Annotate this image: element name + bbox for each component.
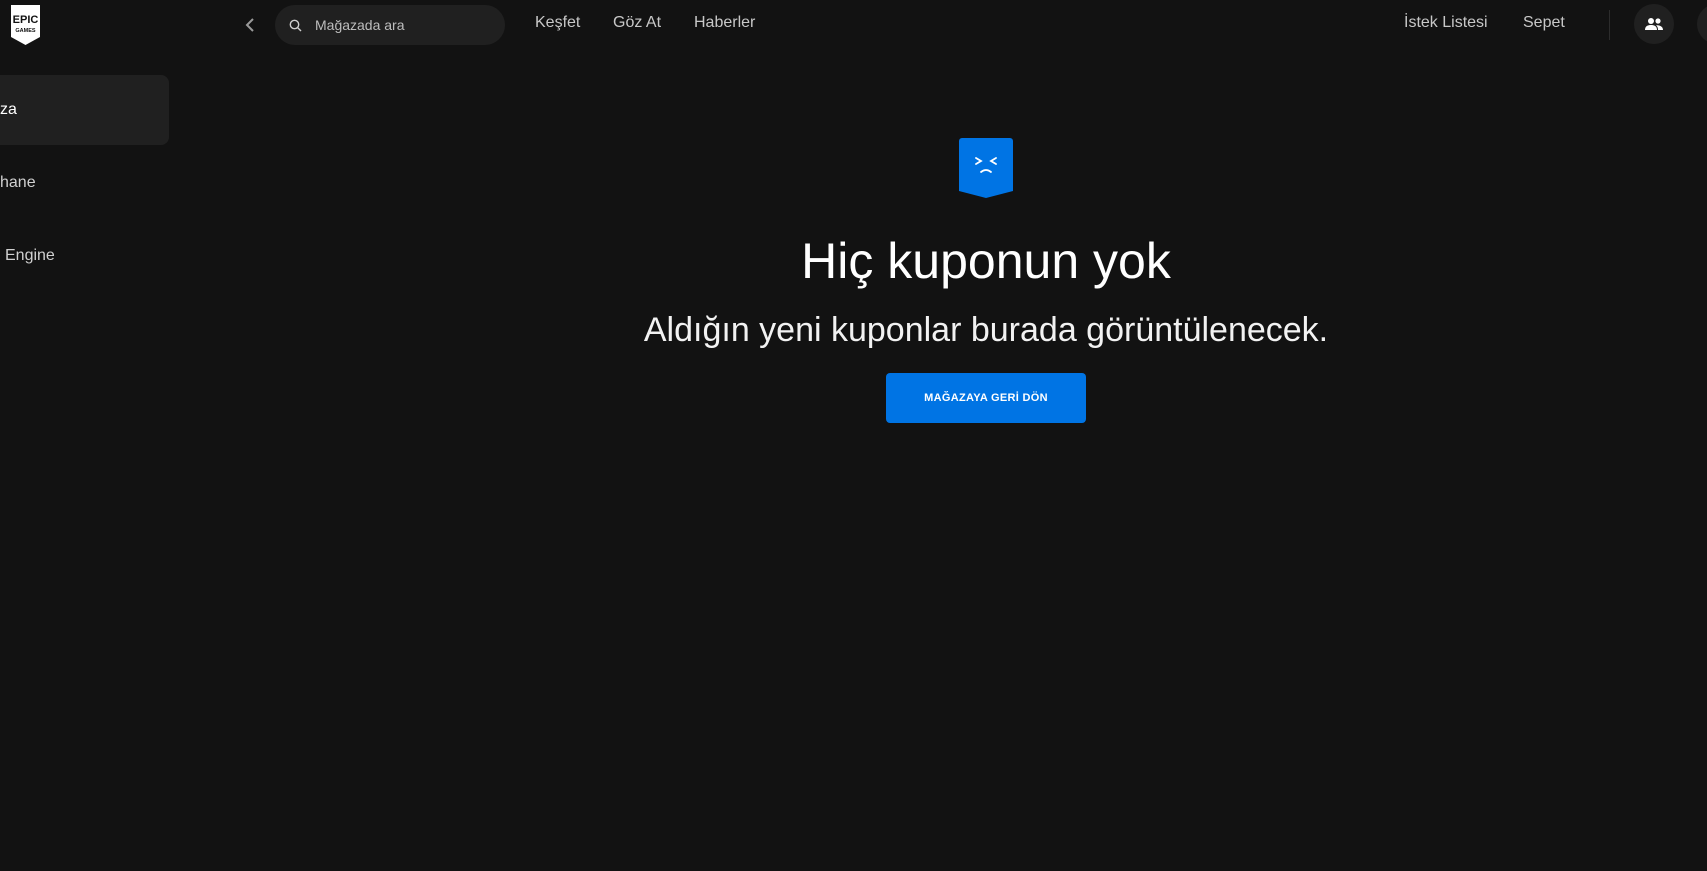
back-to-store-button[interactable]: MAĞAZAYA GERİ DÖN — [886, 373, 1086, 423]
logo-text-bottom: GAMES — [15, 28, 36, 34]
nav-news[interactable]: Haberler — [694, 14, 755, 32]
avatar[interactable] — [1697, 4, 1707, 44]
nav-discover[interactable]: Keşfet — [535, 14, 580, 32]
app-window: EPIC GAMES Keşfet Göz At Haberler İstek … — [0, 0, 1707, 871]
sidebar-item-library[interactable]: hane — [0, 148, 169, 218]
empty-state-subtitle: Aldığın yeni kuponlar burada görüntülene… — [643, 311, 1329, 349]
search-input[interactable] — [313, 16, 497, 34]
sad-ticket-icon — [959, 138, 1013, 198]
search-box[interactable] — [275, 5, 505, 45]
back-button[interactable] — [240, 13, 260, 37]
friends-button[interactable] — [1634, 4, 1674, 44]
search-icon — [289, 18, 303, 32]
epic-games-logo-icon[interactable]: EPIC GAMES — [8, 4, 43, 46]
header-divider — [1609, 10, 1610, 40]
nav-browse[interactable]: Göz At — [613, 14, 661, 32]
chevron-left-icon — [245, 18, 254, 32]
empty-state-title: Hiç kuponun yok — [801, 233, 1171, 289]
top-bar: EPIC GAMES Keşfet Göz At Haberler İstek … — [0, 0, 1707, 50]
sidebar-item-label: za — [0, 101, 17, 118]
sidebar-item-label: hane — [0, 174, 36, 191]
wishlist-link[interactable]: İstek Listesi — [1404, 14, 1488, 32]
cart-link[interactable]: Sepet — [1523, 14, 1565, 32]
friends-icon — [1645, 18, 1663, 30]
sidebar-item-store[interactable]: za — [0, 75, 169, 145]
logo-text-top: EPIC — [13, 14, 39, 26]
